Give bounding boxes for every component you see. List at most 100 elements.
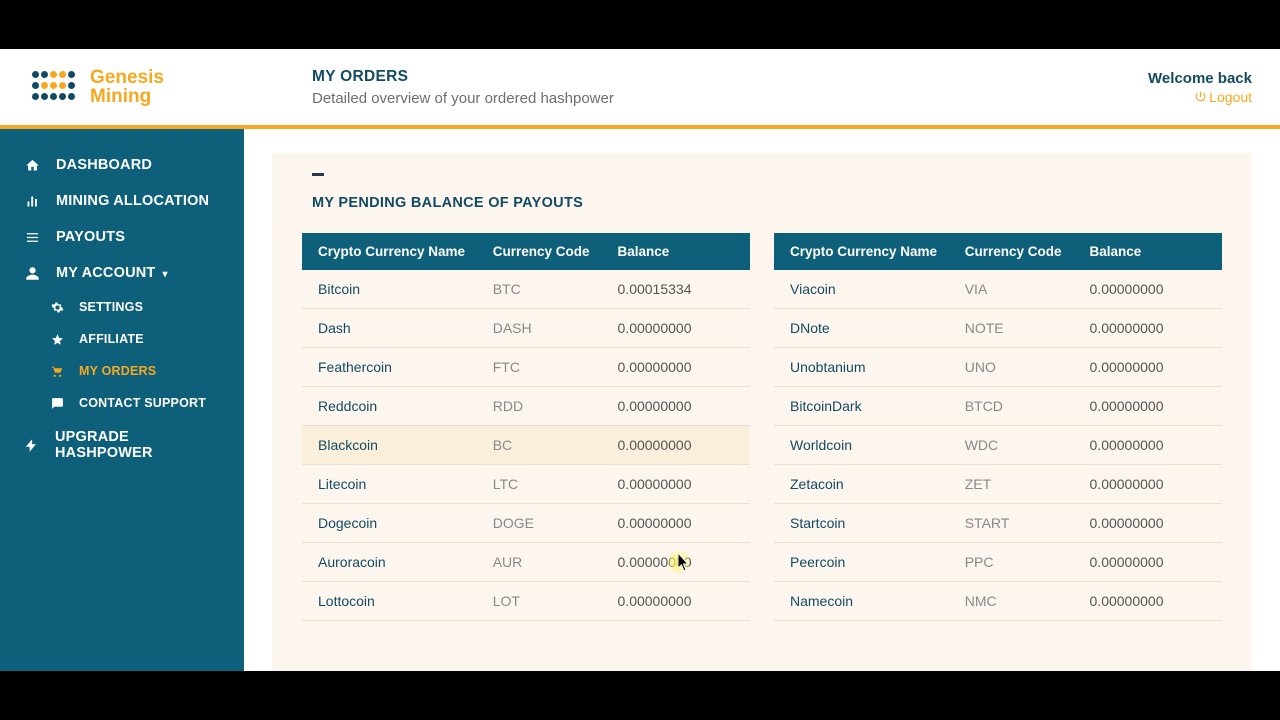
cell-balance: 0.00000000 [1090, 398, 1206, 414]
cell-code: AUR [493, 554, 618, 570]
cell-name: Blackcoin [318, 437, 493, 453]
logout-link[interactable]: Logout [1148, 89, 1252, 105]
table-row[interactable]: FeathercoinFTC0.00000000 [302, 348, 750, 387]
sidebar-item-mining-allocation[interactable]: MINING ALLOCATION [0, 183, 244, 219]
table-row[interactable]: DNoteNOTE0.00000000 [774, 309, 1222, 348]
cell-code: ZET [965, 476, 1090, 492]
sidebar-item-payouts[interactable]: PAYOUTS [0, 219, 244, 255]
sidebar-item-my-account[interactable]: MY ACCOUNT ▾ [0, 255, 244, 291]
sidebar-subitem-affiliate[interactable]: AFFILIATE [0, 323, 244, 355]
cell-name: DNote [790, 320, 965, 336]
cell-code: BTC [493, 281, 618, 297]
cell-name: Dash [318, 320, 493, 336]
logo[interactable]: Genesis Mining [32, 68, 292, 106]
table-row[interactable]: WorldcoinWDC0.00000000 [774, 426, 1222, 465]
column-header-name: Crypto Currency Name [790, 244, 965, 259]
column-header-name: Crypto Currency Name [318, 244, 493, 259]
cell-name: Worldcoin [790, 437, 965, 453]
cell-code: PPC [965, 554, 1090, 570]
column-header-balance: Balance [618, 244, 734, 259]
sidebar-item-label: MINING ALLOCATION [56, 193, 209, 209]
cell-balance: 0.00000000 [1090, 476, 1206, 492]
sidebar-subitem-settings[interactable]: SETTINGS [0, 291, 244, 323]
cell-code: DASH [493, 320, 618, 336]
collapse-icon[interactable] [312, 173, 324, 176]
cell-code: LOT [493, 593, 618, 609]
table-row[interactable]: PeercoinPPC0.00000000 [774, 543, 1222, 582]
cell-balance: 0.00015334 [618, 281, 734, 297]
cell-balance: 0.00000000 [1090, 515, 1206, 531]
cell-balance: 0.00000000 [618, 515, 734, 531]
table-row[interactable]: BitcoinDarkBTCD0.00000000 [774, 387, 1222, 426]
table-row[interactable]: NamecoinNMC0.00000000 [774, 582, 1222, 621]
cell-balance: 0.00000000 [1090, 554, 1206, 570]
sidebar-item-label: PAYOUTS [56, 229, 125, 245]
table-row[interactable]: BitcoinBTC0.00015334 [302, 270, 750, 309]
sidebar-item-label: DASHBOARD [56, 157, 152, 173]
cell-name: Feathercoin [318, 359, 493, 375]
table-row[interactable]: ReddcoinRDD0.00000000 [302, 387, 750, 426]
table-row[interactable]: UnobtaniumUNO0.00000000 [774, 348, 1222, 387]
cell-balance: 0.00000000 [618, 398, 734, 414]
table-row[interactable]: ZetacoinZET0.00000000 [774, 465, 1222, 504]
chat-icon [50, 397, 64, 410]
table-row[interactable]: BlackcoinBC0.00000000 [302, 426, 750, 465]
cell-code: RDD [493, 398, 618, 414]
table-row[interactable]: LottocoinLOT0.00000000 [302, 582, 750, 621]
header-user-area: Welcome back Logout [1148, 70, 1252, 105]
sidebar-item-dashboard[interactable]: DASHBOARD [0, 147, 244, 183]
sidebar-subitem-label: SETTINGS [79, 300, 143, 314]
cell-code: UNO [965, 359, 1090, 375]
sidebar-subitem-contact-support[interactable]: CONTACT SUPPORT [0, 387, 244, 419]
logo-icon [32, 71, 78, 103]
table-row[interactable]: LitecoinLTC0.00000000 [302, 465, 750, 504]
cart-icon [50, 365, 64, 378]
cell-name: Auroracoin [318, 554, 493, 570]
cell-name: Bitcoin [318, 281, 493, 297]
cell-code: LTC [493, 476, 618, 492]
chevron-down-icon: ▾ [159, 269, 167, 280]
table-row[interactable]: StartcoinSTART0.00000000 [774, 504, 1222, 543]
cell-balance: 0.00000000 [618, 437, 734, 453]
sidebar-item-label: MY ACCOUNT ▾ [56, 265, 168, 281]
cell-code: BTCD [965, 398, 1090, 414]
cell-balance: 0.00000000 [618, 593, 734, 609]
cell-name: Zetacoin [790, 476, 965, 492]
cell-code: NMC [965, 593, 1090, 609]
payouts-panel: MY PENDING BALANCE OF PAYOUTS Crypto Cur… [272, 153, 1252, 671]
payouts-table-right: Crypto Currency Name Currency Code Balan… [774, 233, 1222, 621]
cell-code: BC [493, 437, 618, 453]
cell-balance: 0.00000000 [1090, 437, 1206, 453]
cell-name: Reddcoin [318, 398, 493, 414]
page-heading: MY ORDERS Detailed overview of your orde… [292, 68, 1148, 107]
table-row[interactable]: ViacoinVIA0.00000000 [774, 270, 1222, 309]
sidebar: DASHBOARD MINING ALLOCATION PAYOUTS MY A… [0, 129, 244, 671]
column-header-balance: Balance [1090, 244, 1206, 259]
bars-icon [24, 194, 40, 209]
table-row[interactable]: DashDASH0.00000000 [302, 309, 750, 348]
sidebar-subitem-my-orders[interactable]: MY ORDERS [0, 355, 244, 387]
home-icon [24, 158, 40, 173]
cell-balance: 0.00000000 [1090, 593, 1206, 609]
sidebar-subitem-label: MY ORDERS [79, 364, 156, 378]
cell-code: WDC [965, 437, 1090, 453]
cell-code: START [965, 515, 1090, 531]
cell-name: Lottocoin [318, 593, 493, 609]
cell-balance: 0.00000000 [618, 476, 734, 492]
cell-balance: 0.00000000 [618, 359, 734, 375]
cell-balance: 0.00000000 [618, 320, 734, 336]
table-header-row: Crypto Currency Name Currency Code Balan… [302, 233, 750, 270]
sidebar-subitem-label: AFFILIATE [79, 332, 144, 346]
cell-name: Litecoin [318, 476, 493, 492]
cell-code: VIA [965, 281, 1090, 297]
cell-code: DOGE [493, 515, 618, 531]
sidebar-item-upgrade-hashpower[interactable]: UPGRADE HASHPOWER [0, 419, 244, 471]
column-header-code: Currency Code [965, 244, 1090, 259]
panel-title: MY PENDING BALANCE OF PAYOUTS [312, 195, 1222, 211]
main-content: MY PENDING BALANCE OF PAYOUTS Crypto Cur… [244, 129, 1280, 671]
table-row[interactable]: DogecoinDOGE0.00000000 [302, 504, 750, 543]
column-header-code: Currency Code [493, 244, 618, 259]
star-icon [50, 333, 64, 346]
sidebar-subitem-label: CONTACT SUPPORT [79, 396, 206, 410]
sidebar-item-label: UPGRADE HASHPOWER [55, 429, 220, 461]
